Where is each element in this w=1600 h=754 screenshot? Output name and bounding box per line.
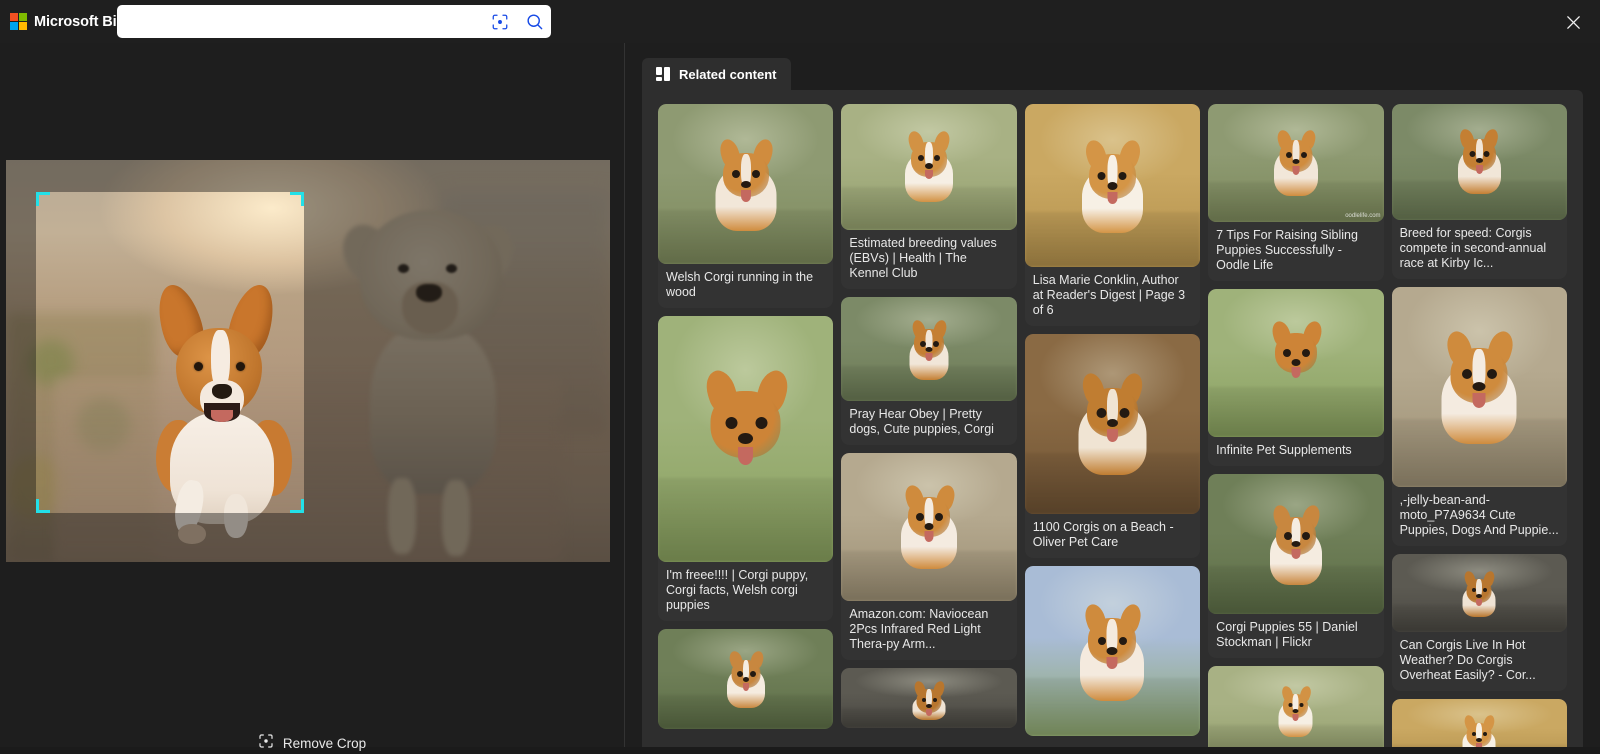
- results-panel: Welsh Corgi running in the wood I'm free…: [642, 90, 1583, 747]
- related-image-caption: 7 Tips For Raising Sibling Puppies Succe…: [1216, 228, 1358, 272]
- image-viewer-pane: Remove Crop: [0, 43, 624, 751]
- related-image-card[interactable]: [1391, 699, 1567, 747]
- grid-icon: [656, 67, 670, 81]
- related-image-caption: Welsh Corgi running in the wood: [666, 270, 814, 299]
- related-image-card[interactable]: Lisa Marie Conklin, Author at Reader's D…: [1024, 104, 1201, 326]
- related-image-card[interactable]: Estimated breeding values (EBVs) | Healt…: [841, 104, 1017, 289]
- related-image-thumbnail[interactable]: [1208, 289, 1384, 437]
- related-image-caption: Corgi Puppies 55 | Daniel Stockman | Fli…: [1216, 620, 1358, 649]
- source-image[interactable]: [6, 160, 610, 562]
- app-header: Microsoft Bing: [0, 0, 1600, 43]
- tabstrip: Related content: [625, 58, 1600, 90]
- thumbnail-scene: oodlelife.com: [1208, 104, 1384, 222]
- terrier-subject: [334, 200, 526, 560]
- related-image-card[interactable]: Breed for speed: Corgis compete in secon…: [1391, 104, 1567, 279]
- related-image-thumbnail[interactable]: [658, 316, 834, 562]
- thumbnail-scene: [841, 668, 1017, 728]
- close-button[interactable]: [1557, 6, 1589, 38]
- image-watermark: oodlelife.com: [1345, 213, 1381, 219]
- related-image-thumbnail[interactable]: [1024, 566, 1201, 736]
- results-masonry: Welsh Corgi running in the wood I'm free…: [658, 104, 1567, 747]
- related-image-card[interactable]: [1024, 566, 1201, 736]
- related-image-card[interactable]: [658, 629, 834, 729]
- microsoft-logo-icon: [10, 13, 27, 30]
- thumbnail-scene: [1208, 666, 1384, 747]
- related-image-thumbnail[interactable]: [1024, 334, 1201, 514]
- related-image-thumbnail[interactable]: [841, 297, 1017, 401]
- related-image-caption: Breed for speed: Corgis compete in secon…: [1399, 226, 1547, 270]
- thumbnail-scene: [1391, 554, 1567, 632]
- related-image-thumbnail[interactable]: [1391, 699, 1567, 747]
- related-image-thumbnail[interactable]: [658, 629, 834, 729]
- related-image-thumbnail[interactable]: [1208, 666, 1384, 747]
- related-image-caption: Amazon.com: Naviocean 2Pcs Infrared Red …: [849, 607, 989, 651]
- search-icon[interactable]: [517, 5, 551, 38]
- search-bar[interactable]: [117, 5, 551, 38]
- related-image-thumbnail[interactable]: [1391, 287, 1567, 487]
- thumbnail-scene: [658, 629, 834, 729]
- related-content-pane: Related content Welsh Corgi running in t…: [625, 43, 1600, 747]
- related-image-caption: Can Corgis Live In Hot Weather? Do Corgi…: [1399, 638, 1536, 682]
- thumbnail-scene: [658, 104, 834, 264]
- related-image-card[interactable]: ,-jelly-bean-and-moto_P7A9634 Cute Puppi…: [1391, 287, 1567, 546]
- related-image-card[interactable]: Amazon.com: Naviocean 2Pcs Infrared Red …: [841, 453, 1017, 660]
- related-image-card[interactable]: oodlelife.com 7 Tips For Raising Sibling…: [1208, 104, 1384, 281]
- visual-search-icon: [258, 733, 274, 754]
- related-image-card[interactable]: [1208, 666, 1384, 747]
- remove-crop-button[interactable]: Remove Crop: [0, 733, 624, 754]
- thumbnail-scene: [1391, 699, 1567, 747]
- related-image-card[interactable]: [841, 668, 1017, 728]
- related-image-caption: Pray Hear Obey | Pretty dogs, Cute puppi…: [849, 407, 994, 436]
- related-image-thumbnail[interactable]: [658, 104, 834, 264]
- thumbnail-scene: [1208, 289, 1384, 437]
- thumbnail-scene: [841, 453, 1017, 601]
- related-image-thumbnail[interactable]: [1391, 554, 1567, 632]
- thumbnail-scene: [1024, 104, 1201, 267]
- related-image-thumbnail[interactable]: [841, 668, 1017, 728]
- related-image-thumbnail[interactable]: [1391, 104, 1567, 220]
- tab-label: Related content: [679, 66, 777, 82]
- related-image-caption: I'm freee!!!! | Corgi puppy, Corgi facts…: [666, 568, 809, 612]
- related-image-caption: 1100 Corgis on a Beach - Oliver Pet Care: [1032, 520, 1174, 549]
- thumbnail-scene: [1024, 334, 1201, 514]
- thumbnail-scene: [1391, 287, 1567, 487]
- thumbnail-scene: [1391, 104, 1567, 220]
- related-image-card[interactable]: Can Corgis Live In Hot Weather? Do Corgi…: [1391, 554, 1567, 691]
- tab-related-content[interactable]: Related content: [642, 58, 791, 90]
- related-image-thumbnail[interactable]: oodlelife.com: [1208, 104, 1384, 222]
- related-image-thumbnail[interactable]: [1024, 104, 1201, 267]
- related-image-card[interactable]: Welsh Corgi running in the wood: [658, 104, 834, 308]
- related-image-caption: ,-jelly-bean-and-moto_P7A9634 Cute Puppi…: [1399, 493, 1559, 537]
- related-image-card[interactable]: Pray Hear Obey | Pretty dogs, Cute puppi…: [841, 297, 1017, 445]
- related-image-caption: Lisa Marie Conklin, Author at Reader's D…: [1032, 273, 1186, 317]
- thumbnail-scene: [658, 316, 834, 562]
- search-input[interactable]: [117, 5, 483, 38]
- related-image-thumbnail[interactable]: [841, 104, 1017, 230]
- related-image-caption: Infinite Pet Supplements: [1216, 443, 1352, 457]
- thumbnail-scene: [1024, 566, 1201, 736]
- remove-crop-label: Remove Crop: [282, 736, 367, 751]
- related-image-thumbnail[interactable]: [1208, 474, 1384, 614]
- related-image-card[interactable]: Infinite Pet Supplements: [1208, 289, 1384, 466]
- visual-search-icon[interactable]: [483, 5, 517, 38]
- thumbnail-scene: [841, 297, 1017, 401]
- corgi-subject: [150, 279, 332, 544]
- related-image-card[interactable]: I'm freee!!!! | Corgi puppy, Corgi facts…: [658, 316, 834, 621]
- thumbnail-scene: [1208, 474, 1384, 614]
- related-image-card[interactable]: Corgi Puppies 55 | Daniel Stockman | Fli…: [1208, 474, 1384, 658]
- related-image-card[interactable]: 1100 Corgis on a Beach - Oliver Pet Care: [1024, 334, 1201, 558]
- related-image-thumbnail[interactable]: [841, 453, 1017, 601]
- thumbnail-scene: [841, 104, 1017, 230]
- related-image-caption: Estimated breeding values (EBVs) | Healt…: [849, 236, 997, 280]
- bing-brand[interactable]: Microsoft Bing: [10, 13, 134, 30]
